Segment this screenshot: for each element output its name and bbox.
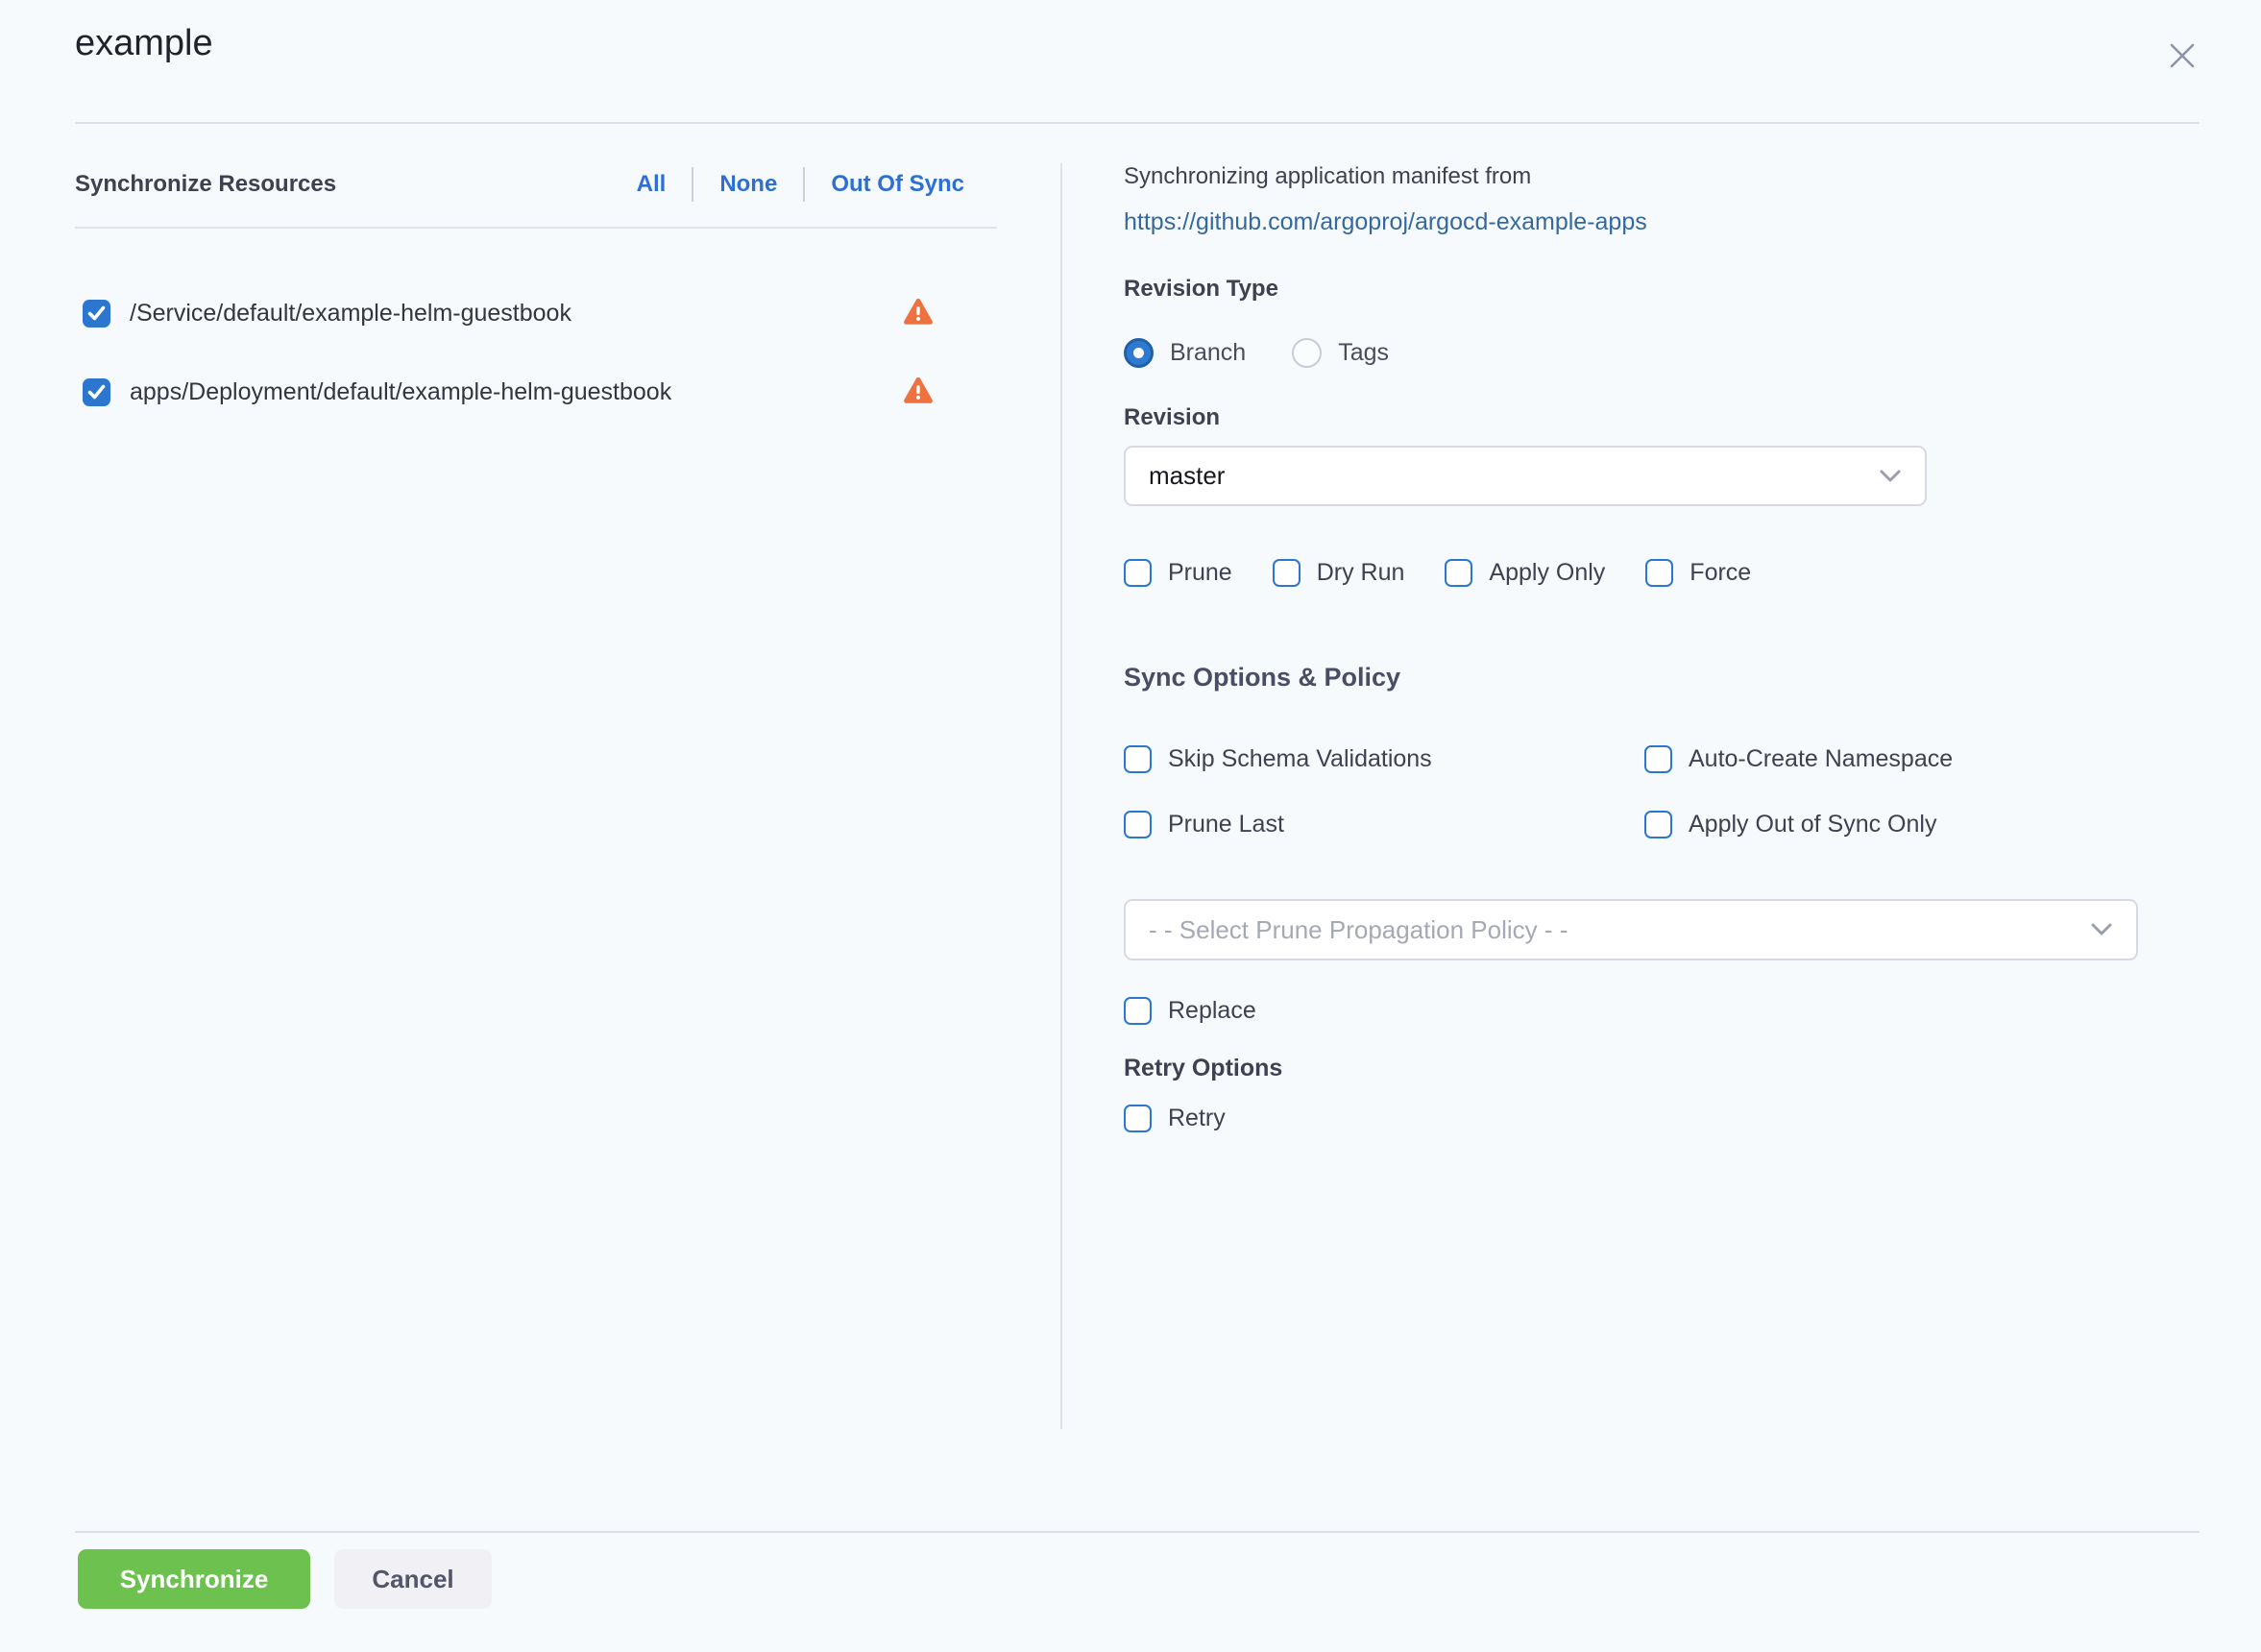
replace-label[interactable]: Replace <box>1168 997 1256 1025</box>
skip-schema-validations-checkbox[interactable] <box>1124 745 1152 773</box>
filter-out-of-sync[interactable]: Out Of Sync <box>805 171 993 198</box>
resource-row: /Service/default/example-helm-guestbook <box>83 296 985 330</box>
resource-name: /Service/default/example-helm-guestbook <box>130 300 571 328</box>
prune-propagation-policy-select[interactable]: - - Select Prune Propagation Policy - - <box>1124 899 2138 960</box>
revision-select[interactable]: master <box>1124 446 1927 506</box>
option-replace: Replace <box>1124 993 1256 1028</box>
dry-run-checkbox[interactable] <box>1273 559 1301 587</box>
force-label[interactable]: Force <box>1690 559 1751 587</box>
option-auto-create-namespace: Auto-Create Namespace <box>1644 741 1953 776</box>
apply-only-checkbox[interactable] <box>1445 559 1472 587</box>
option-retry: Retry <box>1124 1101 1226 1135</box>
retry-options-heading: Retry Options <box>1124 1055 1282 1082</box>
apply-out-of-sync-only-checkbox[interactable] <box>1644 811 1672 838</box>
prune-last-checkbox[interactable] <box>1124 811 1152 838</box>
force-checkbox[interactable] <box>1645 559 1673 587</box>
prune-last-label[interactable]: Prune Last <box>1168 811 1284 838</box>
synchronize-button[interactable]: Synchronize <box>78 1549 310 1609</box>
prune-label[interactable]: Prune <box>1168 559 1232 587</box>
apply-out-of-sync-only-label[interactable]: Apply Out of Sync Only <box>1689 811 1936 838</box>
option-prune-last: Prune Last <box>1124 807 1284 841</box>
option-apply-out-of-sync-only: Apply Out of Sync Only <box>1644 807 1936 841</box>
tags-radio[interactable] <box>1292 338 1322 368</box>
radio-dot <box>1133 348 1144 358</box>
close-button[interactable] <box>2163 36 2201 75</box>
retry-checkbox[interactable] <box>1124 1105 1152 1132</box>
manifest-source-label: Synchronizing application manifest from <box>1124 163 1531 190</box>
resources-divider <box>75 227 997 229</box>
tags-radio-label[interactable]: Tags <box>1338 339 1389 367</box>
dry-run-label[interactable]: Dry Run <box>1317 559 1405 587</box>
prune-propagation-policy-placeholder: - - Select Prune Propagation Policy - - <box>1149 915 1568 945</box>
auto-create-namespace-label[interactable]: Auto-Create Namespace <box>1689 745 1953 773</box>
flag-force: Force <box>1645 559 1751 587</box>
resources-panel: Synchronize Resources All None Out Of Sy… <box>75 0 997 1441</box>
resource-checkbox[interactable] <box>83 300 110 328</box>
checkmark-icon <box>87 305 106 321</box>
revision-type-label: Revision Type <box>1124 276 1278 303</box>
flag-dry-run: Dry Run <box>1273 559 1405 587</box>
branch-radio-label[interactable]: Branch <box>1170 339 1246 367</box>
repo-url-link[interactable]: https://github.com/argoproj/argocd-examp… <box>1124 208 1647 236</box>
prune-checkbox[interactable] <box>1124 559 1152 587</box>
flag-apply-only: Apply Only <box>1445 559 1605 587</box>
resources-panel-title: Synchronize Resources <box>75 171 336 198</box>
sync-flags-row: Prune Dry Run Apply Only Force <box>1124 555 1791 590</box>
panel-divider <box>1060 163 1062 1429</box>
footer-divider <box>75 1531 2200 1533</box>
retry-label[interactable]: Retry <box>1168 1105 1226 1132</box>
warning-triangle-icon <box>903 376 934 406</box>
replace-checkbox[interactable] <box>1124 997 1152 1025</box>
chevron-down-icon <box>2090 922 2113 937</box>
filter-all[interactable]: All <box>611 171 693 198</box>
resource-filters: All None Out Of Sync <box>611 167 993 202</box>
auto-create-namespace-checkbox[interactable] <box>1644 745 1672 773</box>
filter-none[interactable]: None <box>693 171 803 198</box>
resource-checkbox[interactable] <box>83 378 110 406</box>
checkmark-icon <box>87 384 106 400</box>
resources-header: Synchronize Resources All None Out Of Sy… <box>75 161 997 207</box>
resource-name: apps/Deployment/default/example-helm-gue… <box>130 378 671 406</box>
branch-radio[interactable] <box>1124 338 1154 368</box>
flag-prune: Prune <box>1124 559 1232 587</box>
sync-dialog: example Synchronize Resources All None O… <box>0 0 2261 1652</box>
x-icon <box>2166 39 2199 72</box>
revision-type-options: Branch Tags <box>1124 332 1389 373</box>
cancel-button[interactable]: Cancel <box>334 1549 492 1609</box>
warning-triangle-icon <box>903 297 934 328</box>
resource-row: apps/Deployment/default/example-helm-gue… <box>83 375 985 409</box>
apply-only-label[interactable]: Apply Only <box>1489 559 1605 587</box>
revision-label: Revision <box>1124 404 1220 431</box>
chevron-down-icon <box>1879 469 1902 484</box>
skip-schema-validations-label[interactable]: Skip Schema Validations <box>1168 745 1432 773</box>
option-skip-schema-validations: Skip Schema Validations <box>1124 741 1432 776</box>
revision-select-value: master <box>1149 461 1225 491</box>
sync-options-heading: Sync Options & Policy <box>1124 663 1400 692</box>
sync-settings-panel: Synchronizing application manifest from … <box>1124 0 2138 1441</box>
